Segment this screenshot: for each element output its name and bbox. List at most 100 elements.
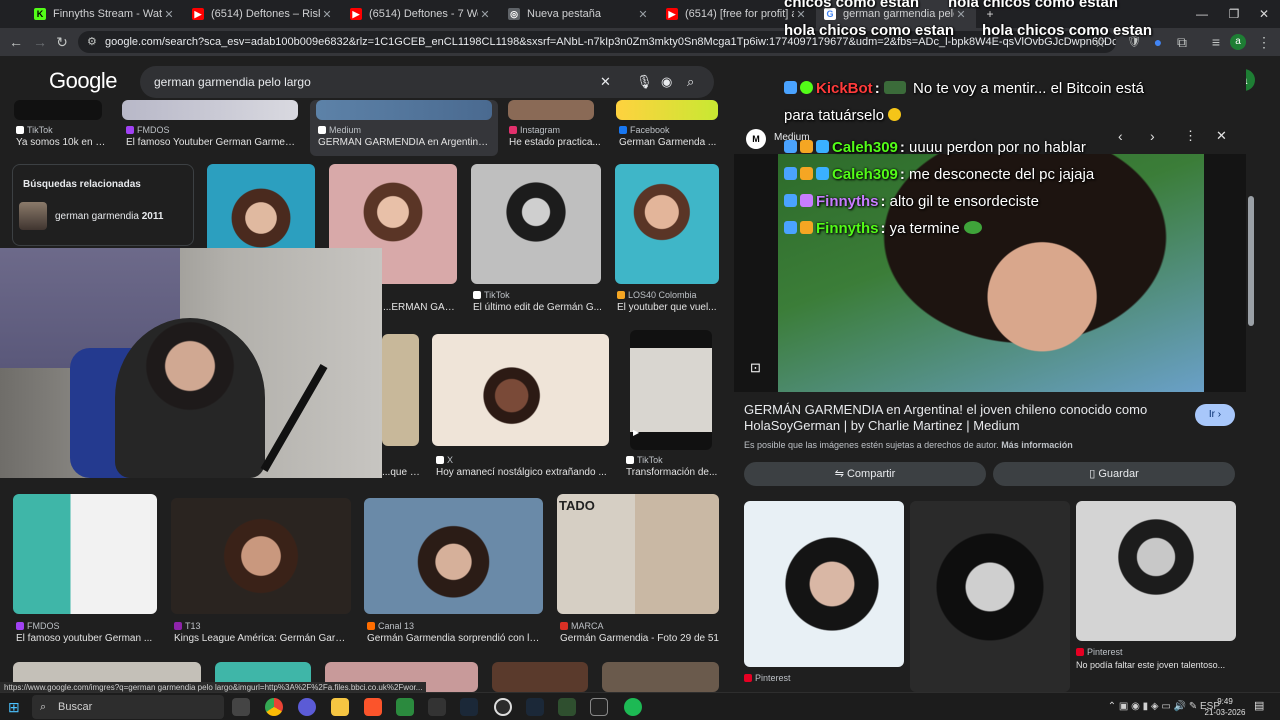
result-title[interactable]: Germán Garmendia - Foto 29 de 51 (560, 633, 720, 644)
tray-icons[interactable]: ⌃ ▣ ◉ ▮ ◈ ▭ 🔊 ✎ (1108, 701, 1200, 712)
search-icon[interactable]: ⌕ (687, 66, 694, 98)
store-icon[interactable] (396, 698, 414, 716)
prev-arrow-icon[interactable]: ‹ (1118, 128, 1123, 144)
reload-button[interactable]: ↻ (52, 32, 72, 52)
brave-icon[interactable] (364, 698, 382, 716)
image-result[interactable] (630, 330, 712, 450)
image-result[interactable] (171, 498, 351, 614)
app-icon-2[interactable] (428, 698, 446, 716)
steam-icon[interactable] (460, 698, 478, 716)
lens-icon[interactable]: ◉ (661, 66, 672, 98)
extension-icon-2[interactable]: ● (1148, 32, 1168, 52)
clear-icon[interactable]: ✕ (600, 66, 611, 98)
page-scrollbar[interactable] (1248, 196, 1254, 326)
result-title[interactable]: ...ERMÁN GAR... (383, 302, 455, 313)
microphone-icon[interactable]: 🎙 (636, 66, 653, 98)
image-result[interactable] (364, 498, 543, 614)
result-title[interactable]: El famoso Youtuber German Garmendi... (126, 137, 298, 148)
share-button[interactable]: ⇋ Compartir (744, 462, 986, 486)
image-result[interactable] (616, 100, 718, 120)
site-info-icon[interactable]: ⚙ (87, 31, 97, 53)
image-result[interactable]: TADO (557, 494, 719, 614)
restore-button[interactable]: ❐ (1222, 4, 1246, 24)
search-input[interactable]: german garmendia pelo largo ✕ 🎙 ◉ ⌕ (140, 66, 714, 98)
forward-button[interactable]: → (30, 32, 50, 52)
taskbar-search[interactable]: ⌕ Buscar (32, 695, 224, 719)
next-arrow-icon[interactable]: › (1150, 128, 1155, 144)
result-title[interactable]: Kings League América: Germán Garm... (174, 633, 350, 644)
image-result[interactable] (432, 334, 609, 446)
more-info-link[interactable]: Más información (1001, 440, 1073, 450)
result-title[interactable]: El famoso youtuber German ... (16, 633, 156, 644)
image-result[interactable] (602, 662, 719, 692)
menu-icon[interactable]: ⋮ (1254, 32, 1274, 52)
tab-4[interactable]: ◎ Nueva pestaña ✕ (500, 0, 658, 28)
close-tab-icon[interactable]: ✕ (636, 8, 650, 21)
result-title[interactable]: German Garmenda ... (619, 137, 719, 148)
image-result[interactable] (14, 100, 102, 120)
result-title[interactable]: El youtuber que vuel... (617, 302, 719, 313)
panel-title[interactable]: GERMÁN GARMENDIA en Argentina! el joven … (744, 402, 1174, 434)
image-result[interactable] (382, 334, 419, 446)
tab-6-active[interactable]: G german garmendia pelo ✕ (816, 0, 976, 28)
tab-1[interactable]: K Finnyths Stream - Watch Live o ✕ (26, 0, 184, 28)
steam-icon-2[interactable] (526, 698, 544, 716)
profile-icon[interactable]: a (1230, 34, 1246, 50)
related-item[interactable]: german garmendia 2011 (19, 202, 189, 230)
result-title[interactable]: Hoy amanecí nostálgico extrañando ... (436, 467, 608, 478)
new-tab-button[interactable]: + (978, 4, 1002, 24)
tab-5[interactable]: ▶ (6514) [free for profit] alternat ✕ (658, 0, 816, 28)
bookmark-star-icon[interactable]: ☆ (1090, 32, 1110, 52)
tab-2[interactable]: ▶ (6514) Deftones – Risk (Official ✕ (184, 0, 342, 28)
image-result[interactable] (316, 100, 492, 120)
google-logo[interactable]: Google (49, 68, 117, 94)
panel-source[interactable]: Medium (774, 132, 810, 143)
minimize-button[interactable]: — (1190, 4, 1214, 24)
close-panel-icon[interactable]: ✕ (1216, 128, 1227, 144)
spotify-icon[interactable] (624, 698, 642, 716)
close-window-button[interactable]: ✕ (1252, 4, 1276, 24)
result-title[interactable]: He estado practica... (509, 137, 601, 148)
chrome-icon[interactable] (265, 698, 283, 716)
related-image[interactable] (744, 501, 904, 667)
close-tab-icon[interactable]: ✕ (320, 8, 334, 21)
task-view-icon[interactable] (232, 698, 250, 716)
app-icon[interactable] (298, 698, 316, 716)
result-title[interactable]: Ya somos 10k en p... (16, 137, 108, 148)
image-result[interactable] (508, 100, 594, 120)
close-tab-icon[interactable]: ✕ (478, 8, 492, 21)
reading-list-icon[interactable]: ≡ (1206, 32, 1226, 52)
epic-games-icon[interactable] (590, 698, 608, 716)
save-button[interactable]: ▯ Guardar (993, 462, 1235, 486)
image-result[interactable] (471, 164, 601, 284)
image-result[interactable] (122, 100, 298, 120)
close-tab-icon[interactable]: ✕ (954, 8, 968, 21)
back-button[interactable]: ← (6, 32, 26, 52)
extension-icon[interactable]: 🛡 (1124, 32, 1144, 52)
lens-search-icon[interactable]: ⊡ (750, 360, 761, 376)
clock[interactable]: 9:49 21-03-2026 (1200, 696, 1250, 718)
extensions-puzzle-icon[interactable]: ⧉ (1172, 32, 1192, 52)
image-result[interactable] (492, 662, 588, 692)
result-title[interactable]: ...que ar... (382, 467, 422, 478)
result-title[interactable]: GERMÁN GARMENDIA en Argentina!... (318, 137, 492, 148)
visit-button[interactable]: Ir › (1195, 404, 1235, 426)
more-options-icon[interactable]: ⋮ (1184, 128, 1197, 144)
obs-icon[interactable] (494, 698, 512, 716)
file-explorer-icon[interactable] (331, 698, 349, 716)
image-result[interactable] (615, 164, 719, 284)
address-bar[interactable]: ⚙ google.com/search?sca_esv=adab100b009e… (78, 31, 1116, 53)
app-icon-3[interactable] (558, 698, 576, 716)
image-result[interactable] (13, 494, 157, 614)
result-title[interactable]: El último edit de Germán G... (473, 302, 603, 313)
windows-start-icon[interactable]: ⊞ (8, 699, 24, 715)
preview-image[interactable]: ⊡ (734, 154, 1246, 392)
close-tab-icon[interactable]: ✕ (162, 8, 176, 21)
related-image[interactable] (1076, 501, 1236, 641)
related-image[interactable] (910, 501, 1070, 692)
result-title[interactable]: Germán Garmendia sorprendió con lo... (367, 633, 543, 644)
tab-3[interactable]: ▶ (6514) Deftones - 7 Words (Offi ✕ (342, 0, 500, 28)
close-tab-icon[interactable]: ✕ (794, 8, 808, 21)
notifications-icon[interactable]: ▤ (1254, 699, 1270, 715)
related-title[interactable]: No podía faltar este joven talentoso... (1076, 660, 1236, 670)
